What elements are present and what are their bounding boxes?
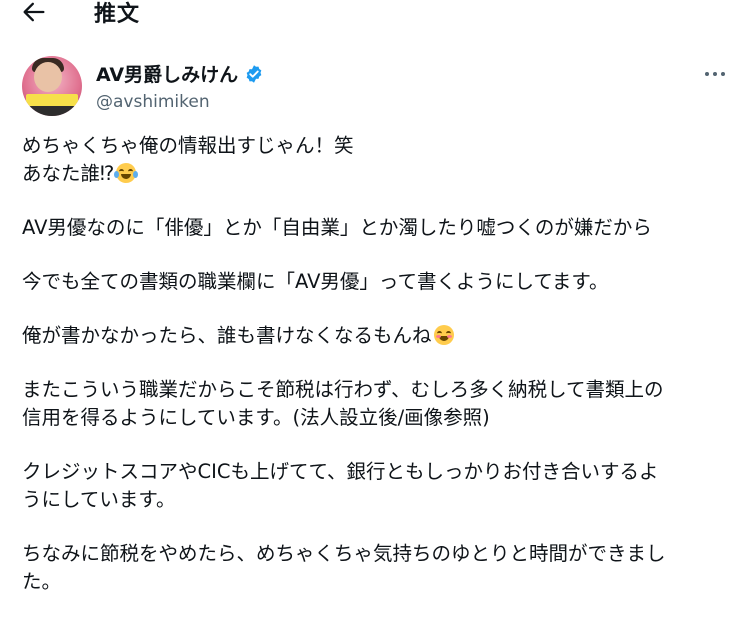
tweet-line: クレジットスコアやCICも上げてて、銀行ともしっかりお付き合いするよ — [22, 460, 659, 483]
tweet-line-with-emoji: あなた誰⁉ — [22, 160, 734, 188]
tweet-paragraph: 俺が書かなかったら、誰も書けなくなるもんね — [22, 322, 734, 350]
tweet-text: めちゃくちゃ俺の情報出すじゃん！笑 あなた誰⁉ AV男優なのに「俳優」とか「自由… — [22, 132, 734, 622]
tweet-paragraph: ちなみに節税をやめたら、めちゃくちゃ気持ちのゆとりと時間ができまし た。 — [22, 540, 734, 596]
tweet-paragraph: クレジットスコアやCICも上げてて、銀行ともしっかりお付き合いするよ うにしてい… — [22, 458, 734, 514]
display-name-row: AV男爵しみけん — [96, 60, 264, 87]
tweet-line: ちなみに節税をやめたら、めちゃくちゃ気持ちのゆとりと時間ができまし — [22, 542, 666, 565]
avatar-banner — [26, 94, 78, 106]
top-bar: 推文 — [0, 0, 750, 40]
more-dot-icon — [721, 72, 725, 76]
tweet-paragraph: 今でも全ての書類の職業欄に「AV男優」って書くようにしてます。 — [22, 268, 734, 296]
tweet-line-with-emoji: 俺が書かなかったら、誰も書けなくなるもんね — [22, 322, 734, 350]
tweet-line: あなた誰⁉ — [22, 162, 115, 185]
tweet-header: AV男爵しみけん @avshimiken — [22, 56, 732, 120]
tweet-line: 俺が書かなかったら、誰も書けなくなるもんね — [22, 324, 432, 347]
tweet-line: うにしています。 — [22, 488, 176, 511]
tweet-line: 信用を得るようにしています。(法人設立後/画像参照) — [22, 406, 490, 429]
avatar-face — [34, 62, 62, 92]
face-with-tears-of-joy-icon — [114, 163, 139, 183]
verified-badge-icon[interactable] — [244, 64, 264, 84]
arrow-left-icon — [23, 2, 45, 22]
tweet-line: またこういう職業だからこそ節税は行わず、むしろ多く納税して書類上の — [22, 378, 664, 401]
tweet-paragraph: またこういう職業だからこそ節税は行わず、むしろ多く納税して書類上の 信用を得るよ… — [22, 376, 734, 432]
tweet-paragraph: AV男優なのに「俳優」とか「自由業」とか濁したり嘘つくのが嫌だから — [22, 214, 734, 242]
avatar-shirt — [24, 106, 80, 116]
tweet-line: 今でも全ての書類の職業欄に「AV男優」って書くようにしてます。 — [22, 270, 609, 293]
more-options-button[interactable] — [700, 62, 730, 86]
display-name[interactable]: AV男爵しみけん — [96, 60, 238, 87]
avatar[interactable] — [22, 56, 82, 116]
tweet-line: AV男優なのに「俳優」とか「自由業」とか濁したり嘘つくのが嫌だから — [22, 216, 652, 239]
back-button[interactable] — [12, 0, 56, 30]
author-handle[interactable]: @avshimiken — [96, 92, 264, 112]
more-dot-icon — [705, 72, 709, 76]
tweet-line: めちゃくちゃ俺の情報出すじゃん！笑 — [22, 134, 354, 157]
smiling-face-icon — [433, 325, 454, 345]
author-block: AV男爵しみけん @avshimiken — [96, 60, 264, 112]
tweet-paragraph: めちゃくちゃ俺の情報出すじゃん！笑 あなた誰⁉ — [22, 132, 734, 188]
more-dot-icon — [713, 72, 717, 76]
tweet-line: た。 — [22, 570, 62, 593]
page-title: 推文 — [94, 2, 141, 27]
